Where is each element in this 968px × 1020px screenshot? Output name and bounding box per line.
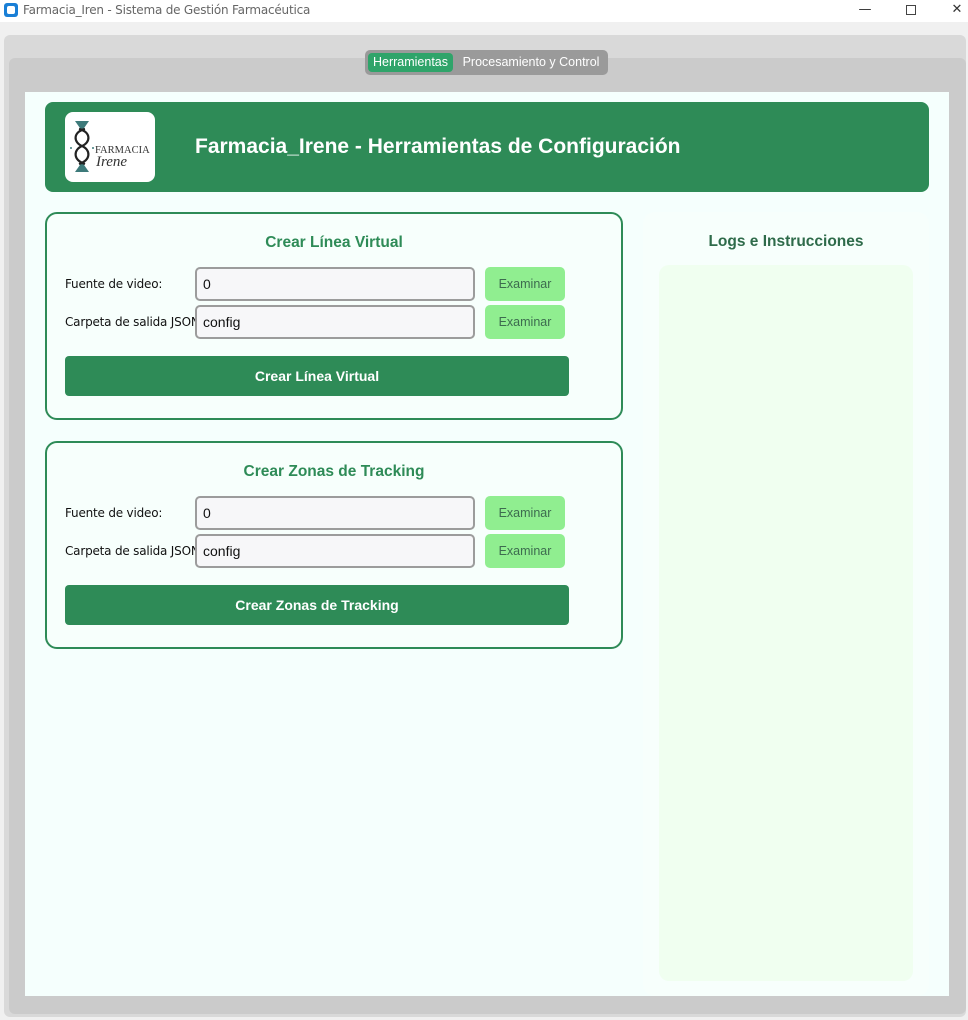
maximize-icon bbox=[906, 5, 916, 15]
app-icon bbox=[4, 3, 18, 17]
create-tracking-zones-button[interactable]: Crear Zonas de Tracking bbox=[65, 585, 569, 625]
video-source-input[interactable]: 0 bbox=[195, 267, 475, 301]
close-icon: ✕ bbox=[951, 2, 963, 17]
video-source-label: Fuente de video: bbox=[65, 277, 163, 291]
minimize-button[interactable]: — bbox=[842, 0, 888, 22]
browse-video-button[interactable]: Examinar bbox=[485, 496, 565, 530]
output-folder-label: Carpeta de salida JSON: bbox=[65, 315, 204, 329]
window-titlebar: Farmacia_Iren - Sistema de Gestión Farma… bbox=[0, 0, 968, 22]
card-create-virtual-line: Crear Línea Virtual Fuente de video: 0 E… bbox=[45, 212, 623, 420]
logs-title: Logs e Instrucciones bbox=[708, 233, 864, 250]
browse-output-button[interactable]: Examinar bbox=[485, 305, 565, 339]
output-folder-input[interactable]: config bbox=[195, 305, 475, 339]
tab-selector: Herramientas Procesamiento y Control bbox=[365, 50, 608, 75]
maximize-button[interactable] bbox=[888, 0, 934, 22]
minimize-icon: — bbox=[858, 2, 872, 17]
card-create-tracking-zones: Crear Zonas de Tracking Fuente de video:… bbox=[45, 441, 623, 649]
card-title: Crear Línea Virtual bbox=[265, 234, 403, 251]
browse-output-button[interactable]: Examinar bbox=[485, 534, 565, 568]
page-title: Farmacia_Irene - Herramientas de Configu… bbox=[195, 135, 681, 158]
logs-textbox[interactable] bbox=[659, 265, 913, 981]
pharmacy-logo: Irene FARMACIA bbox=[65, 112, 155, 182]
browse-video-button[interactable]: Examinar bbox=[485, 267, 565, 301]
card-title: Crear Zonas de Tracking bbox=[243, 463, 425, 480]
video-source-label: Fuente de video: bbox=[65, 506, 163, 520]
video-source-input[interactable]: 0 bbox=[195, 496, 475, 530]
output-folder-input[interactable]: config bbox=[195, 534, 475, 568]
tab-herramientas[interactable]: Herramientas bbox=[368, 53, 453, 72]
output-folder-label: Carpeta de salida JSON: bbox=[65, 544, 204, 558]
window-title: Farmacia_Iren - Sistema de Gestión Farma… bbox=[23, 3, 311, 17]
svg-text:Irene: Irene bbox=[95, 154, 127, 170]
tab-procesamiento-control[interactable]: Procesamiento y Control bbox=[457, 53, 605, 72]
create-virtual-line-button[interactable]: Crear Línea Virtual bbox=[65, 356, 569, 396]
close-button[interactable]: ✕ bbox=[934, 0, 968, 22]
svg-text:FARMACIA: FARMACIA bbox=[95, 145, 150, 156]
logo-graphic: Irene FARMACIA bbox=[70, 121, 150, 172]
